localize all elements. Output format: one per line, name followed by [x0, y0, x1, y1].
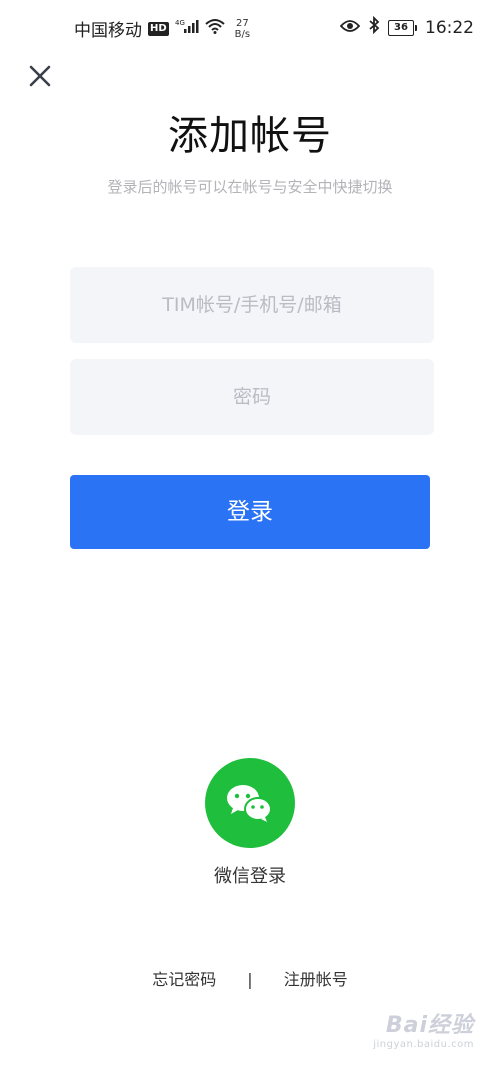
- network-type: 4G: [175, 19, 185, 27]
- wechat-login-label: 微信登录: [214, 866, 286, 887]
- status-bar-left: 中国移动 HD 4G 27 B/s: [74, 16, 250, 42]
- close-icon: [29, 65, 51, 87]
- watermark: Bai经验 jingyan.baidu.com: [373, 1007, 474, 1050]
- wechat-login-button[interactable]: [205, 758, 295, 848]
- network-speed-value: 27: [236, 17, 249, 29]
- signal-icon: 4G: [175, 18, 199, 39]
- watermark-url: jingyan.baidu.com: [373, 1039, 474, 1050]
- login-button[interactable]: 登录: [70, 475, 430, 549]
- clock: 16:22: [425, 17, 474, 38]
- footer-links: 忘记密码 | 注册帐号: [0, 966, 500, 990]
- network-speed: 27 B/s: [235, 18, 250, 40]
- page-subtitle: 登录后的帐号可以在帐号与安全中快捷切换: [107, 178, 393, 196]
- footer-divider: |: [247, 970, 253, 989]
- hd-badge: HD: [148, 21, 169, 36]
- register-link[interactable]: 注册帐号: [284, 970, 348, 989]
- bluetooth-icon: [368, 15, 380, 39]
- account-input[interactable]: [70, 267, 434, 343]
- status-bar-right: 36 16:22: [339, 15, 474, 39]
- close-button[interactable]: [26, 62, 56, 92]
- battery-icon: 36: [388, 19, 417, 36]
- page-title: 添加帐号: [168, 113, 332, 159]
- password-input[interactable]: [70, 359, 434, 435]
- watermark-logo: Bai经验: [385, 1013, 474, 1038]
- wechat-icon: [227, 785, 272, 822]
- forgot-password-link[interactable]: 忘记密码: [152, 970, 216, 989]
- carrier-name: 中国移动: [74, 21, 142, 41]
- battery-level: 36: [388, 19, 414, 36]
- eye-icon: [339, 18, 361, 38]
- status-bar: 中国移动 HD 4G 27 B/s 36 16:22: [0, 0, 500, 58]
- wifi-icon: [205, 18, 225, 39]
- network-speed-unit: B/s: [234, 28, 251, 40]
